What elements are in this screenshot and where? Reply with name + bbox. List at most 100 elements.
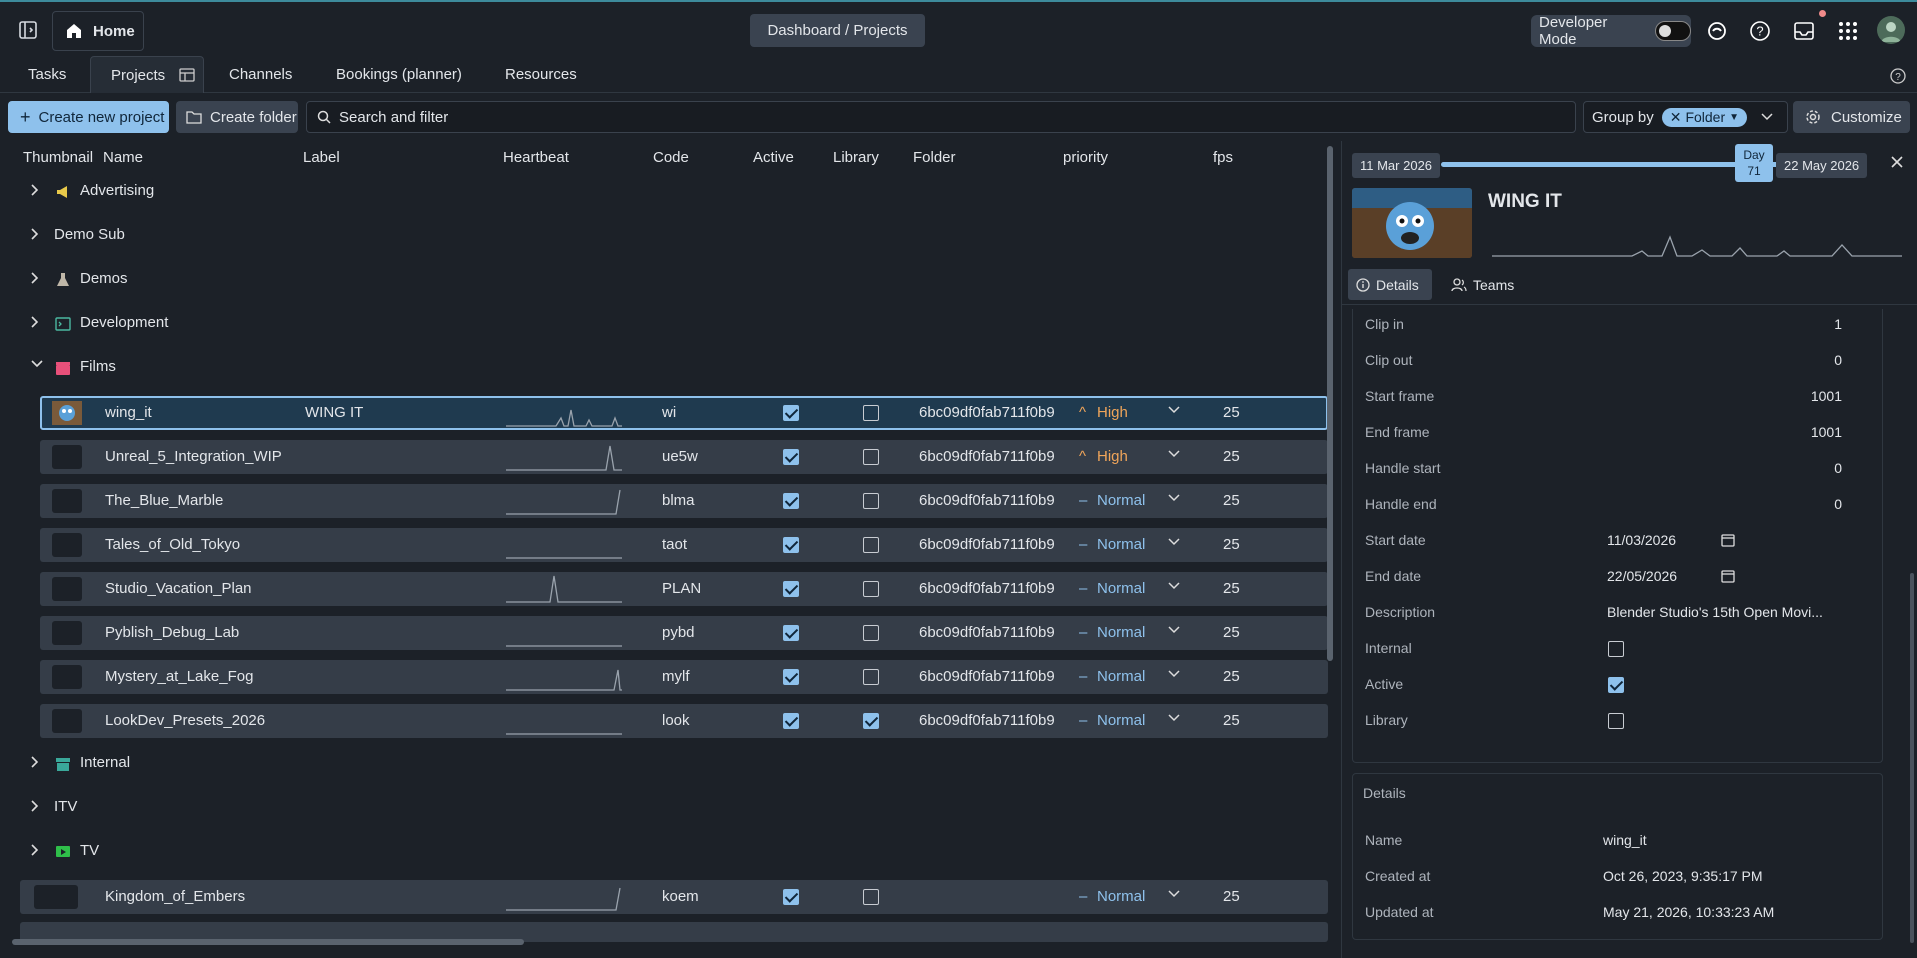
- chevron-right-icon[interactable]: [30, 227, 40, 241]
- active-checkbox[interactable]: [783, 493, 799, 509]
- col-code[interactable]: Code: [653, 149, 689, 166]
- developer-mode-toggle[interactable]: Developer Mode: [1531, 14, 1691, 48]
- col-fps[interactable]: fps: [1213, 149, 1233, 166]
- tab-bookings[interactable]: Bookings (planner): [336, 56, 462, 93]
- customize-button[interactable]: Customize: [1793, 101, 1910, 133]
- library-checkbox[interactable]: [863, 669, 879, 685]
- folder-row-internal[interactable]: Internal: [8, 746, 1328, 782]
- table-row[interactable]: Unreal_5_Integration_WIP ue5w 6bc09df0fa…: [40, 440, 1328, 474]
- project-priority[interactable]: Normal: [1097, 624, 1145, 641]
- col-priority[interactable]: priority: [1063, 149, 1108, 166]
- library-checkbox[interactable]: [863, 449, 879, 465]
- internal-checkbox[interactable]: [1608, 641, 1624, 657]
- active-checkbox[interactable]: [783, 669, 799, 685]
- project-priority[interactable]: Normal: [1097, 668, 1145, 685]
- library-checkbox[interactable]: [863, 713, 879, 729]
- col-label[interactable]: Label: [303, 149, 340, 166]
- table-row[interactable]: wing_it WING IT wi 6bc09df0fab711f0b9 ^ …: [40, 396, 1328, 430]
- project-priority[interactable]: Normal: [1097, 492, 1145, 509]
- project-priority[interactable]: Normal: [1097, 580, 1145, 597]
- apps-grid-icon[interactable]: [1835, 18, 1861, 44]
- table-row[interactable]: Studio_Vacation_Plan PLAN 6bc09df0fab711…: [40, 572, 1328, 606]
- developer-mode-switch[interactable]: [1654, 21, 1691, 41]
- close-icon[interactable]: [1890, 155, 1904, 169]
- folder-row-demos[interactable]: Demos: [8, 262, 1328, 298]
- library-checkbox[interactable]: [863, 537, 879, 553]
- group-by-chip[interactable]: ✕ Folder ▼: [1661, 107, 1748, 127]
- description-value[interactable]: Blender Studio's 15th Open Movi...: [1607, 604, 1839, 620]
- chevron-right-icon[interactable]: [30, 755, 40, 769]
- chevron-down-icon[interactable]: [1168, 670, 1180, 678]
- tab-projects[interactable]: Projects: [90, 56, 204, 93]
- tab-teams[interactable]: Teams: [1445, 269, 1514, 300]
- tab-channels[interactable]: Channels: [229, 56, 292, 93]
- table-layout-icon[interactable]: [179, 68, 195, 82]
- library-checkbox[interactable]: [1608, 713, 1624, 729]
- tab-resources[interactable]: Resources: [505, 56, 577, 93]
- folder-row-development[interactable]: Development: [8, 306, 1328, 342]
- folder-row-tv[interactable]: TV: [8, 834, 1328, 870]
- chevron-down-icon[interactable]: [1168, 890, 1180, 898]
- chevron-right-icon[interactable]: [30, 315, 40, 329]
- home-button[interactable]: Home: [52, 11, 144, 51]
- library-checkbox[interactable]: [863, 405, 879, 421]
- start-date-input[interactable]: 11/03/2026: [1607, 532, 1676, 548]
- remove-chip-icon[interactable]: ✕: [1670, 109, 1682, 126]
- project-priority[interactable]: Normal: [1097, 536, 1145, 553]
- create-project-button[interactable]: + Create new project: [8, 101, 169, 133]
- active-checkbox[interactable]: [1608, 677, 1624, 693]
- attr-value[interactable]: 0: [1834, 496, 1842, 512]
- project-priority[interactable]: Normal: [1097, 888, 1145, 905]
- horizontal-scrollbar[interactable]: [12, 939, 524, 945]
- library-checkbox[interactable]: [863, 581, 879, 597]
- chevron-right-icon[interactable]: [30, 271, 40, 285]
- chevron-down-icon[interactable]: [1761, 113, 1773, 121]
- calendar-icon[interactable]: [1721, 569, 1735, 583]
- attr-value[interactable]: 0: [1834, 352, 1842, 368]
- chevron-down-icon[interactable]: [30, 359, 44, 369]
- table-row[interactable]: LookDev_Presets_2026 look 6bc09df0fab711…: [40, 704, 1328, 738]
- table-row[interactable]: Tales_of_Old_Tokyo taot 6bc09df0fab711f0…: [40, 528, 1328, 562]
- tab-tasks[interactable]: Tasks: [28, 56, 66, 93]
- chevron-down-icon[interactable]: [1168, 406, 1180, 414]
- active-checkbox[interactable]: [783, 405, 799, 421]
- project-priority[interactable]: High: [1097, 448, 1128, 465]
- active-checkbox[interactable]: [783, 537, 799, 553]
- sidebar-toggle-icon[interactable]: [16, 18, 40, 42]
- end-date-input[interactable]: 22/05/2026: [1607, 568, 1677, 584]
- folder-row-films[interactable]: Films: [8, 350, 1328, 386]
- library-checkbox[interactable]: [863, 493, 879, 509]
- folder-row-demo-sub[interactable]: Demo Sub: [8, 218, 1328, 254]
- chat-icon[interactable]: [1704, 18, 1730, 44]
- inbox-icon[interactable]: [1791, 10, 1826, 44]
- chevron-down-icon[interactable]: [1168, 538, 1180, 546]
- table-row[interactable]: Pyblish_Debug_Lab pybd 6bc09df0fab711f0b…: [40, 616, 1328, 650]
- panel-scrollbar[interactable]: [1910, 573, 1914, 943]
- group-by-select[interactable]: Group by ✕ Folder ▼: [1583, 101, 1788, 133]
- project-priority[interactable]: Normal: [1097, 712, 1145, 729]
- chevron-down-icon[interactable]: [1168, 714, 1180, 722]
- chevron-right-icon[interactable]: [30, 799, 40, 813]
- table-row[interactable]: Mystery_at_Lake_Fog mylf 6bc09df0fab711f…: [40, 660, 1328, 694]
- help-icon[interactable]: ?: [1747, 18, 1773, 44]
- col-thumbnail[interactable]: Thumbnail: [23, 149, 95, 166]
- col-name[interactable]: Name: [103, 149, 143, 166]
- attr-value[interactable]: 1: [1834, 316, 1842, 332]
- calendar-icon[interactable]: [1721, 533, 1735, 547]
- active-checkbox[interactable]: [783, 713, 799, 729]
- col-folder[interactable]: Folder: [913, 149, 956, 166]
- attr-value[interactable]: 1001: [1811, 424, 1842, 440]
- chevron-down-icon[interactable]: [1168, 450, 1180, 458]
- search-input[interactable]: Search and filter: [306, 101, 1576, 133]
- help-small-icon[interactable]: ?: [1888, 66, 1908, 86]
- user-avatar[interactable]: [1877, 16, 1905, 44]
- chevron-right-icon[interactable]: [30, 843, 40, 857]
- folder-row-advertising[interactable]: Advertising: [8, 174, 1328, 210]
- col-heartbeat[interactable]: Heartbeat: [503, 149, 569, 166]
- active-checkbox[interactable]: [783, 581, 799, 597]
- chevron-down-icon[interactable]: [1168, 626, 1180, 634]
- active-checkbox[interactable]: [783, 625, 799, 641]
- attr-value[interactable]: 1001: [1811, 388, 1842, 404]
- col-active[interactable]: Active: [753, 149, 794, 166]
- breadcrumb[interactable]: Dashboard / Projects: [750, 14, 925, 47]
